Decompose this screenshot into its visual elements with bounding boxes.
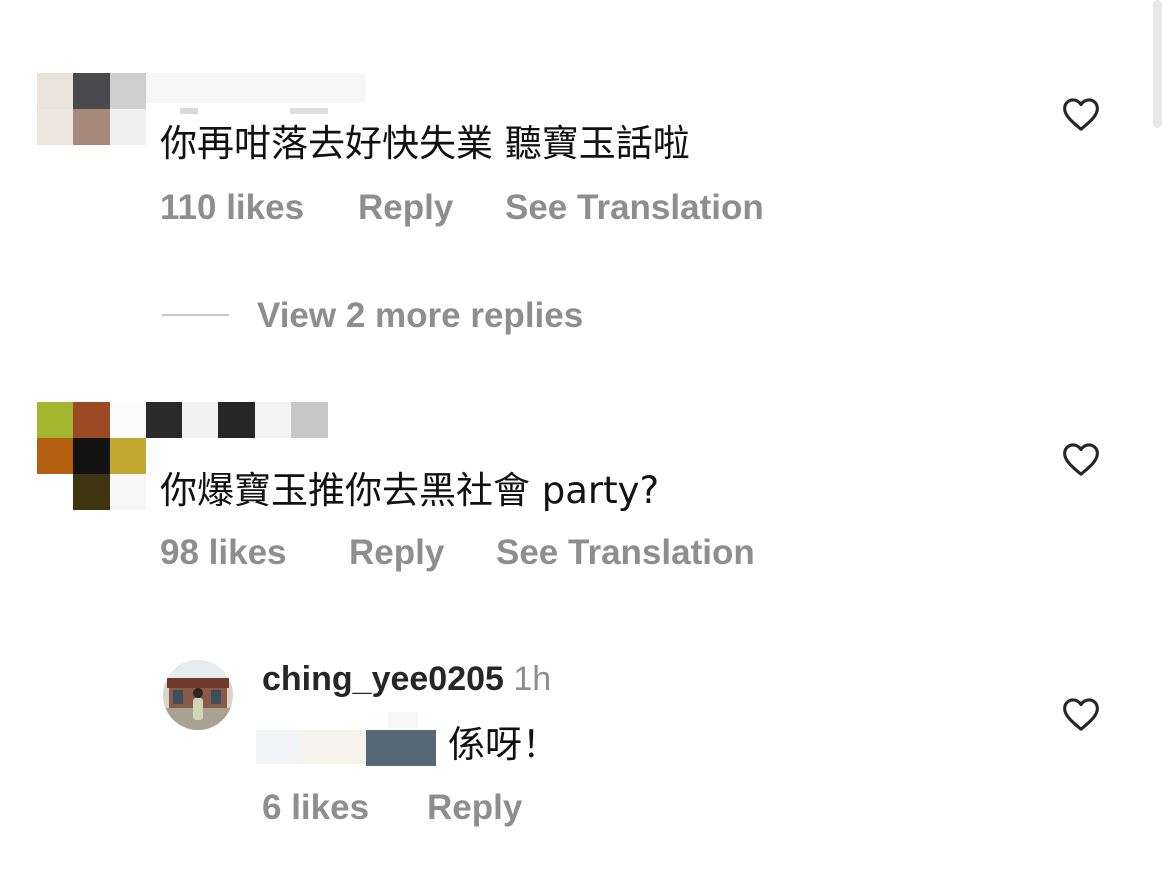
comments-screen: 你再咁落去好快失業 聽寶玉話啦 110 likes Reply See Tran… [0,0,1170,885]
likes-count: 98 likes [160,533,287,572]
username[interactable]: ching_yee0205 [262,660,504,698]
divider-line [162,314,229,316]
view-more-replies-label[interactable]: View 2 more replies [257,296,583,336]
heart-outline-icon[interactable] [1061,96,1101,132]
avatar-photo [163,660,233,730]
see-translation-button[interactable]: See Translation [496,533,755,573]
avatar[interactable] [163,660,233,730]
comment-text: 你再咁落去好快失業 聽寶玉話啦 [160,122,690,165]
comment-text: 係呀！ [448,723,559,766]
see-translation-button[interactable]: See Translation [505,188,764,228]
scrollbar[interactable] [1153,0,1162,128]
reply-button[interactable]: Reply [349,533,444,573]
heart-outline-icon[interactable] [1061,696,1101,732]
timestamp: 1h [513,660,552,698]
likes-count: 110 likes [160,188,305,227]
heart-outline-icon[interactable] [1061,441,1101,477]
reply-username-line: ching_yee0205 1h [262,660,551,699]
likes-count: 6 likes [262,788,370,827]
reply-button[interactable]: Reply [427,788,522,828]
reply-button[interactable]: Reply [358,188,453,228]
comment-text: 你爆寶玉推你去黑社會 party? [160,469,660,512]
